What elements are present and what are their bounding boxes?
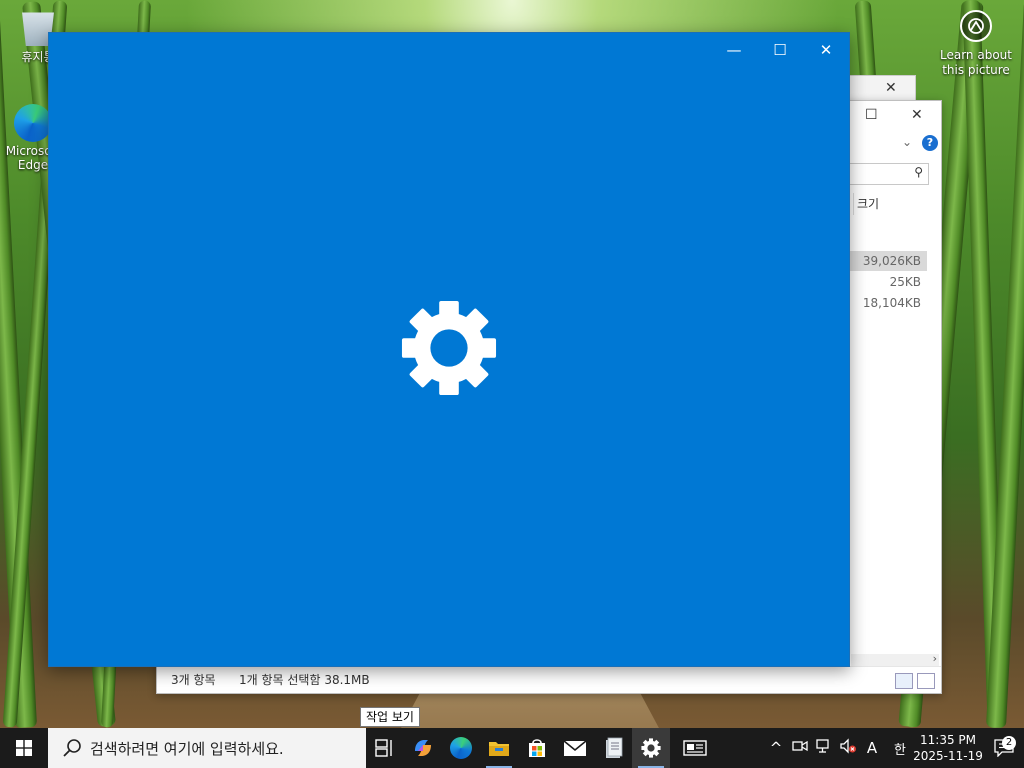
taskbar-app-store[interactable] [518,728,556,768]
table-row[interactable]: 39,026KB [849,251,927,271]
edge-icon [14,104,52,142]
chevron-up-icon[interactable]: ^ [764,739,788,757]
settings-icon [641,738,661,758]
chevron-right-icon[interactable]: › [933,652,937,665]
taskbar-app-copilot[interactable] [404,728,442,768]
gear-icon [401,300,497,396]
minimize-icon[interactable]: — [719,39,749,61]
clock-time: 11:35 PM [920,733,976,747]
clock-date: 2025-11-19 [913,749,983,763]
mail-icon [563,740,587,756]
maximize-icon[interactable]: ☐ [765,39,795,61]
taskbar-app-notepad[interactable] [594,728,632,768]
taskbar-app-mail[interactable] [556,728,594,768]
table-row[interactable]: 25KB [849,272,927,292]
copilot-icon [415,740,431,756]
search-placeholder: 검색하려면 여기에 입력하세요. [90,739,284,758]
start-button[interactable] [0,728,48,768]
meet-now-icon[interactable] [788,739,812,757]
news-icon [683,740,707,756]
search-icon: ⚲ [914,165,923,179]
task-view-icon [375,739,392,757]
close-icon[interactable]: ✕ [911,107,923,123]
status-item-count: 3개 항목 [171,673,216,687]
notification-count-badge: 2 [1002,736,1016,750]
edge-icon [450,737,472,759]
notepad-icon [606,737,623,758]
taskbar-news-widget[interactable] [670,728,720,768]
status-selection: 1개 항목 선택함 38.1MB [239,673,370,687]
learn-about-label: Learn about this picture [940,48,1012,77]
taskbar-search-box[interactable]: 검색하려면 여기에 입력하세요. [48,728,366,768]
task-view-tooltip: 작업 보기 [360,707,420,727]
ime-language-indicator[interactable]: 한 [888,739,912,758]
maximize-icon[interactable]: ☐ [865,107,878,123]
taskbar-clock[interactable]: 11:35 PM 2025-11-19 [912,732,984,764]
volume-muted-icon[interactable] [836,738,860,758]
taskbar: 검색하려면 여기에 입력하세요. ^ A 한 11:35 PM 2025-11-… [0,728,1024,768]
ime-mode-indicator[interactable]: A [860,739,884,757]
windows-logo-icon [16,740,32,756]
system-tray: ^ A 한 11:35 PM 2025-11-19 2 [764,728,1024,768]
taskbar-app-file-explorer[interactable] [480,728,518,768]
column-header-size[interactable]: 크기 [857,195,879,212]
chevron-down-icon[interactable]: ⌄ [902,135,912,149]
table-row[interactable]: 18,104KB [849,293,927,313]
help-icon[interactable]: ? [922,135,938,151]
close-icon[interactable]: ✕ [811,39,841,61]
store-icon [529,739,545,757]
search-input[interactable]: ⚲ [849,163,929,185]
learn-about-picture[interactable]: Learn about this picture [940,10,1012,78]
close-icon[interactable]: ✕ [885,80,897,96]
taskbar-app-edge[interactable] [442,728,480,768]
settings-window[interactable]: — ☐ ✕ [48,32,850,667]
camera-icon [960,10,992,42]
status-bar: 3개 항목 1개 항목 선택함 38.1MB [157,666,941,693]
action-center-button[interactable]: 2 [984,736,1024,757]
task-view-button[interactable] [366,728,404,768]
taskbar-app-settings[interactable] [632,728,670,768]
search-icon [63,739,81,757]
file-explorer-icon [489,742,509,756]
details-view-icon[interactable] [895,673,913,689]
network-icon[interactable] [812,738,836,758]
large-icons-view-icon[interactable] [917,673,935,689]
